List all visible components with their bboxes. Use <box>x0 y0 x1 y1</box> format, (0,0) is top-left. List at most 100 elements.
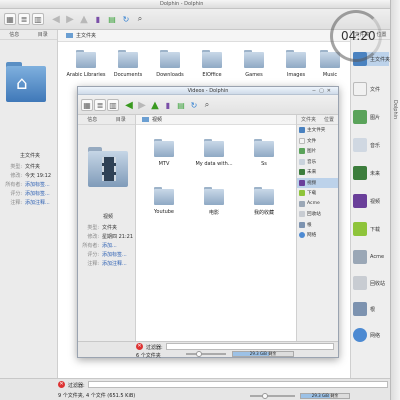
zoom-slider-handle[interactable] <box>262 393 268 399</box>
window-controls[interactable]: −▢✕ <box>312 88 334 94</box>
tab-info[interactable]: 信息 <box>9 31 19 38</box>
place-label: 下载 <box>307 191 317 197</box>
place-root[interactable]: 根 <box>297 220 338 231</box>
split-view-icon[interactable]: ▤ <box>106 13 118 25</box>
reload-icon[interactable]: ↻ <box>120 13 132 25</box>
details-view-icon[interactable]: ≣ <box>94 99 106 111</box>
place-future[interactable]: 未来 <box>353 166 389 180</box>
place-pictures[interactable]: 图片 <box>297 146 338 157</box>
place-downloads[interactable]: 下载 <box>297 188 338 199</box>
free-space-bar: 29.3 GiB 剩余 <box>232 351 294 357</box>
search-icon[interactable]: ⌕ <box>134 13 146 25</box>
split-view-icon[interactable]: ▤ <box>175 99 187 111</box>
info-value: 今天 19:12 <box>25 173 51 179</box>
reload-icon[interactable]: ↻ <box>188 99 200 111</box>
preview-icon[interactable]: ▮ <box>162 99 174 111</box>
side-panel-strip[interactable]: Dolphin <box>390 0 400 400</box>
place-label: 主文件夹 <box>370 56 391 63</box>
tab-directory[interactable]: 目录 <box>116 116 126 123</box>
back-arrow-icon[interactable]: ◀ <box>123 99 135 111</box>
add-tag-link[interactable]: 添加标签... <box>25 181 50 188</box>
place-home[interactable]: 主文件夹 <box>297 125 338 136</box>
up-arrow-icon[interactable]: ▲ <box>78 13 90 25</box>
inner-info-panel: 信息 目录 视频 类型: 文件夹 修改: 星期四 21:21 所有者: 添加... 评… <box>78 115 136 341</box>
folder-item[interactable]: 我的收藏 <box>244 187 284 216</box>
place-acme[interactable]: Acme <box>297 199 338 210</box>
pictures-icon <box>353 110 367 124</box>
zoom-slider[interactable] <box>186 353 226 355</box>
outer-titlebar[interactable]: Dolphin - Dolphin <box>0 0 390 9</box>
search-icon[interactable]: ⌕ <box>201 99 213 111</box>
filter-input[interactable] <box>166 343 334 350</box>
inner-breadcrumb[interactable]: 视频 <box>136 115 296 125</box>
info-key: 注释: <box>10 200 22 206</box>
place-music[interactable]: 音乐 <box>297 157 338 168</box>
add-tag-link[interactable]: 添加标签... <box>25 190 50 197</box>
details-view-icon[interactable]: ≣ <box>18 13 30 25</box>
columns-view-icon[interactable]: ▥ <box>32 13 44 25</box>
filter-label: 过滤器: <box>68 383 85 389</box>
add-comment-link[interactable]: 添加注释... <box>102 260 127 267</box>
filter-input[interactable] <box>88 381 388 388</box>
folder-item[interactable]: MTV <box>144 139 184 167</box>
folder-item[interactable]: ElOffice <box>192 50 232 78</box>
folder-item[interactable]: 电影 <box>194 187 234 216</box>
add-comment-link[interactable]: 添加注释... <box>25 199 50 206</box>
forward-arrow-icon[interactable]: ▶ <box>64 13 76 25</box>
place-acme[interactable]: Acme <box>353 250 389 264</box>
drive-icon <box>299 200 305 207</box>
inner-info-block: 视频 类型: 文件夹 修改: 星期四 21:21 所有者: 添加... 评分: 添加标签… <box>81 213 135 269</box>
icons-view-icon[interactable]: ▦ <box>81 99 93 111</box>
outer-info-panel: 信息 目录 ⌂ 主文件夹 类型: 文件夹 修改: 今天 19:12 所有者: 添加标签… <box>0 30 58 378</box>
stop-icon[interactable]: ✕ <box>58 381 65 388</box>
place-pictures[interactable]: 图片 <box>353 110 389 124</box>
back-arrow-icon[interactable]: ◀ <box>50 13 62 25</box>
folder-icon <box>154 139 174 157</box>
filter-label: 过滤器: <box>146 345 163 351</box>
place-documents[interactable]: 文件 <box>297 136 338 147</box>
folder-item[interactable]: My data with... <box>194 139 234 167</box>
add-tag-link[interactable]: 添加... <box>102 242 117 249</box>
preview-icon[interactable]: ▮ <box>92 13 104 25</box>
folder-label: Games <box>245 72 263 78</box>
videos-folder-preview-icon <box>88 147 128 187</box>
folder-item[interactable]: Youtube <box>144 187 184 215</box>
place-network[interactable]: 网络 <box>353 328 389 342</box>
zoom-slider[interactable] <box>250 395 295 397</box>
place-label: 视频 <box>307 180 317 186</box>
add-tag-link[interactable]: 添加标签... <box>102 251 127 258</box>
outer-statusbar: ✕ 过滤器: 9 个文件夹, 4 个文件 (651.5 KiB) 29.3 Gi… <box>0 378 390 400</box>
place-documents[interactable]: 文件 <box>353 82 389 96</box>
tab-places[interactable]: 位置 <box>324 116 334 123</box>
folder-item[interactable]: Documents <box>108 50 148 78</box>
zoom-slider-handle[interactable] <box>196 351 202 357</box>
tab-folders[interactable]: 文件夹 <box>301 116 316 123</box>
folder-item[interactable]: Games <box>234 50 274 78</box>
place-videos[interactable]: 视频 <box>297 177 338 188</box>
folder-label: Ss <box>261 161 267 167</box>
tab-info[interactable]: 信息 <box>87 116 97 123</box>
inner-file-view: 视频 MTV My data with... Ss Youtube 电影 我的收… <box>136 115 296 341</box>
columns-view-icon[interactable]: ▥ <box>107 99 119 111</box>
inner-titlebar[interactable]: Videos - Dolphin −▢✕ <box>78 87 338 95</box>
folder-item[interactable]: Arabic Libraries <box>66 50 106 78</box>
up-arrow-icon[interactable]: ▲ <box>149 99 161 111</box>
place-root[interactable]: 根 <box>353 302 389 316</box>
place-music[interactable]: 音乐 <box>353 138 389 152</box>
folder-item[interactable]: Ss <box>244 139 284 167</box>
folder-label: Music <box>322 72 338 78</box>
place-downloads[interactable]: 下载 <box>353 222 389 236</box>
folder-item[interactable]: Downloads <box>150 50 190 78</box>
place-future[interactable]: 未来 <box>297 167 338 178</box>
outer-info-block: 主文件夹 类型: 文件夹 修改: 今天 19:12 所有者: 添加标签... 评分: 添… <box>4 152 56 208</box>
place-label: 回收站 <box>307 212 321 218</box>
folder-label: ElOffice <box>202 72 222 78</box>
place-network[interactable]: 网络 <box>297 230 338 241</box>
forward-arrow-icon[interactable]: ▶ <box>136 99 148 111</box>
place-trash[interactable]: 回收站 <box>353 276 389 290</box>
place-videos[interactable]: 视频 <box>353 194 389 208</box>
icons-view-icon[interactable]: ▦ <box>4 13 16 25</box>
place-trash[interactable]: 回收站 <box>297 209 338 220</box>
tab-directory[interactable]: 目录 <box>38 31 48 38</box>
stop-icon[interactable]: ✕ <box>136 343 143 350</box>
